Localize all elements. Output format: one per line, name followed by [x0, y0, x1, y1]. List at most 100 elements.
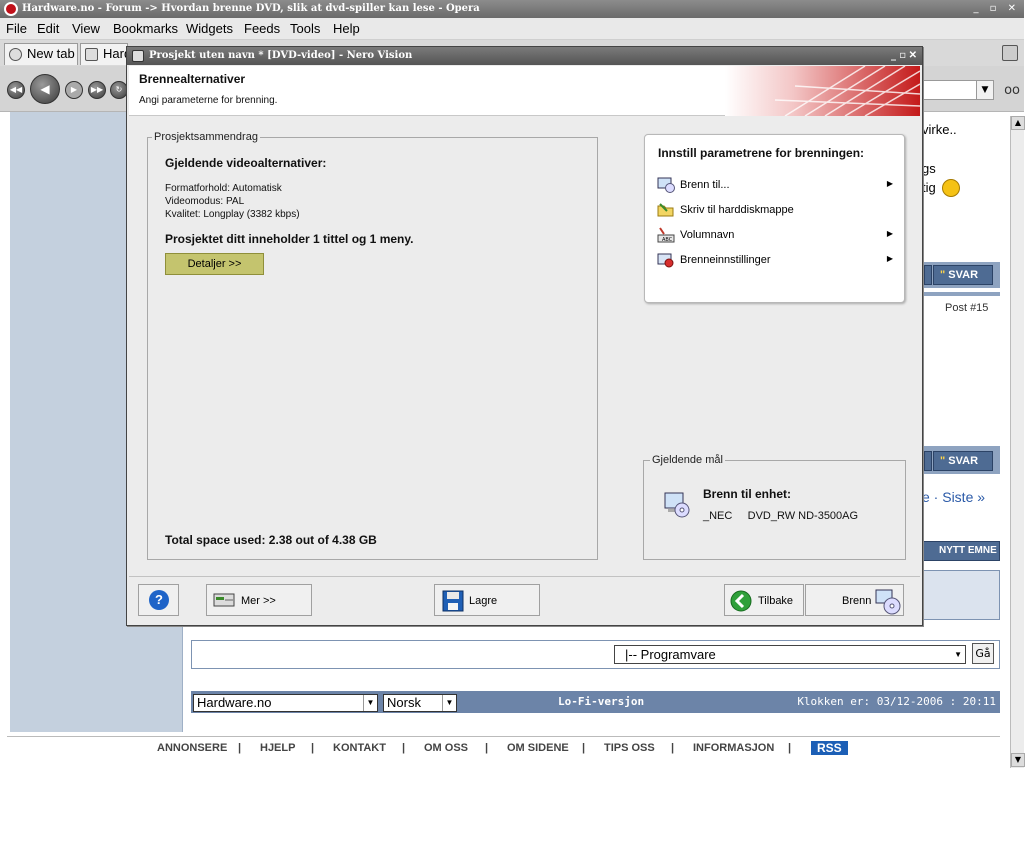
volume-name-label: Volumnavn	[680, 229, 735, 241]
burn-drive-icon	[657, 177, 675, 193]
chevron-down-icon: ▼	[954, 650, 962, 659]
link-informasjon[interactable]: INFORMASJON	[693, 742, 774, 754]
new-tab-icon	[9, 48, 22, 61]
post-number[interactable]: Post #15	[945, 302, 988, 314]
svar-button[interactable]: " SVAR	[933, 265, 993, 285]
reply-button-edge[interactable]	[924, 265, 932, 285]
forward-icon[interactable]: ▶	[65, 81, 83, 99]
target-heading: Brenn til enhet:	[703, 487, 792, 501]
menu-tools[interactable]: Tools	[290, 21, 320, 36]
scroll-down-icon[interactable]: ▼	[1011, 753, 1025, 767]
fast-forward-icon[interactable]: ▶▶	[88, 81, 106, 99]
more-button[interactable]: Mer >>	[206, 584, 312, 616]
submenu-arrow-icon: ▶	[886, 229, 893, 238]
save-button[interactable]: Lagre	[434, 584, 540, 616]
tab-new-tab[interactable]: New tab	[4, 43, 78, 65]
separator: |	[402, 742, 406, 754]
details-button[interactable]: Detaljer >>	[165, 253, 264, 275]
opera-logo-icon	[4, 2, 18, 16]
burn-parameters-heading: Innstill parametrene for brenningen:	[658, 146, 865, 160]
more-label: Mer >>	[241, 595, 276, 607]
volume-name-item[interactable]: ABC Volumnavn ▶	[657, 225, 893, 245]
nytt-emne-button[interactable]: NYTT EMNE	[920, 541, 1000, 561]
link-annonsere[interactable]: ANNONSERE	[157, 742, 227, 754]
save-label: Lagre	[469, 595, 498, 607]
rss-badge[interactable]: RSS	[811, 741, 848, 755]
help-button[interactable]: ?	[138, 584, 179, 616]
language-select-value: Norsk	[387, 695, 421, 710]
link-hjelp[interactable]: HJELP	[260, 742, 295, 754]
site-select[interactable]: Hardware.no ▼	[193, 694, 378, 712]
jump-go-button[interactable]: Gå	[972, 643, 994, 664]
total-space-used: Total space used: 2.38 out of 4.38 GB	[165, 533, 377, 547]
back-arrow-icon	[730, 590, 752, 612]
opera-window-title: Hardware.no - Forum -> Hvordan brenne DV…	[22, 3, 480, 14]
menu-view[interactable]: View	[72, 21, 100, 36]
reply-button-edge[interactable]	[924, 451, 932, 471]
minimize-icon[interactable]: _	[891, 47, 896, 65]
more-options-icon	[213, 593, 235, 607]
project-summary-legend: Prosjektsammendrag	[152, 131, 260, 143]
clock-text: Klokken er: 03/12-2006 : 20:11	[797, 695, 996, 708]
lofi-link[interactable]: Lo-Fi-versjon	[558, 695, 644, 708]
burn-to-label: Brenn til...	[680, 179, 730, 191]
pagination-links[interactable]: e · Siste »	[922, 489, 985, 505]
video-mode: Videomodus: PAL	[165, 196, 245, 207]
burn-settings-icon	[657, 253, 674, 268]
opera-window-controls[interactable]: _ ▫ ✕	[973, 0, 1020, 18]
separator: |	[582, 742, 586, 754]
burn-parameters-panel: Innstill parametrene for brenningen: Bre…	[644, 134, 905, 303]
chevron-down-icon: ▼	[442, 695, 456, 711]
folder-icon	[657, 203, 674, 217]
svar-label: SVAR	[948, 455, 979, 467]
burn-settings-item[interactable]: Brenneinnstillinger ▶	[657, 250, 893, 270]
burn-settings-label: Brenneinnstillinger	[680, 254, 771, 266]
video-options-heading: Gjeldende videoalternativer:	[165, 156, 327, 170]
forum-jump-value: |-- Programvare	[625, 647, 716, 662]
back-icon[interactable]: ◀	[30, 74, 60, 104]
menu-file[interactable]: File	[6, 21, 27, 36]
address-dropdown-icon[interactable]: ▼	[976, 80, 994, 100]
nero-window-title: Prosjekt uten navn * [DVD-video] - Nero …	[149, 50, 413, 61]
forum-jump-select[interactable]: |-- Programvare ▼	[614, 645, 966, 664]
write-to-folder-item[interactable]: Skriv til harddiskmappe	[657, 200, 893, 220]
burn-disc-icon	[875, 589, 901, 615]
header-graphic	[725, 66, 920, 116]
page-scrollbar[interactable]: ▲ ▼	[1010, 116, 1025, 768]
maximize-icon[interactable]: ▫	[899, 47, 906, 65]
close-icon[interactable]: ✕	[909, 47, 917, 65]
chevron-down-icon: ▼	[363, 695, 377, 711]
burn-label: Brenn	[842, 595, 872, 607]
burn-to-item[interactable]: Brenn til... ▶	[657, 175, 893, 195]
separator: |	[311, 742, 315, 754]
menu-feeds[interactable]: Feeds	[244, 21, 280, 36]
nero-app-icon	[132, 50, 144, 62]
svar-button[interactable]: " SVAR	[933, 451, 993, 471]
glasses-icon[interactable]: oo	[1004, 83, 1020, 98]
menu-edit[interactable]: Edit	[37, 21, 59, 36]
menu-bookmarks[interactable]: Bookmarks	[113, 21, 178, 36]
separator: |	[238, 742, 242, 754]
link-om-oss[interactable]: OM OSS	[424, 742, 468, 754]
forum-footer-bar: Hardware.no ▼ Norsk ▼ Lo-Fi-versjon Klok…	[191, 691, 1000, 713]
menu-widgets[interactable]: Widgets	[186, 21, 233, 36]
page-icon	[85, 48, 98, 61]
language-select[interactable]: Norsk ▼	[383, 694, 457, 712]
tab-hardware[interactable]: Hard	[80, 43, 128, 65]
divider	[129, 576, 920, 577]
link-om-sidene[interactable]: OM SIDENE	[507, 742, 569, 754]
link-tips-oss[interactable]: TIPS OSS	[604, 742, 655, 754]
link-kontakt[interactable]: KONTAKT	[333, 742, 386, 754]
burn-button[interactable]: Brenn	[805, 584, 904, 616]
menu-help[interactable]: Help	[333, 21, 360, 36]
separator: |	[788, 742, 792, 754]
current-target-legend: Gjeldende mål	[650, 454, 725, 466]
page-title: Brennealternativer	[139, 72, 246, 86]
write-to-folder-label: Skriv til harddiskmappe	[680, 204, 794, 216]
scroll-up-icon[interactable]: ▲	[1011, 116, 1025, 130]
trash-icon[interactable]	[1002, 45, 1018, 61]
post-text-fragment: tig	[922, 180, 936, 195]
rewind-icon[interactable]: ◀◀	[7, 81, 25, 99]
quote-icon: "	[940, 455, 946, 467]
back-button[interactable]: Tilbake	[724, 584, 804, 616]
